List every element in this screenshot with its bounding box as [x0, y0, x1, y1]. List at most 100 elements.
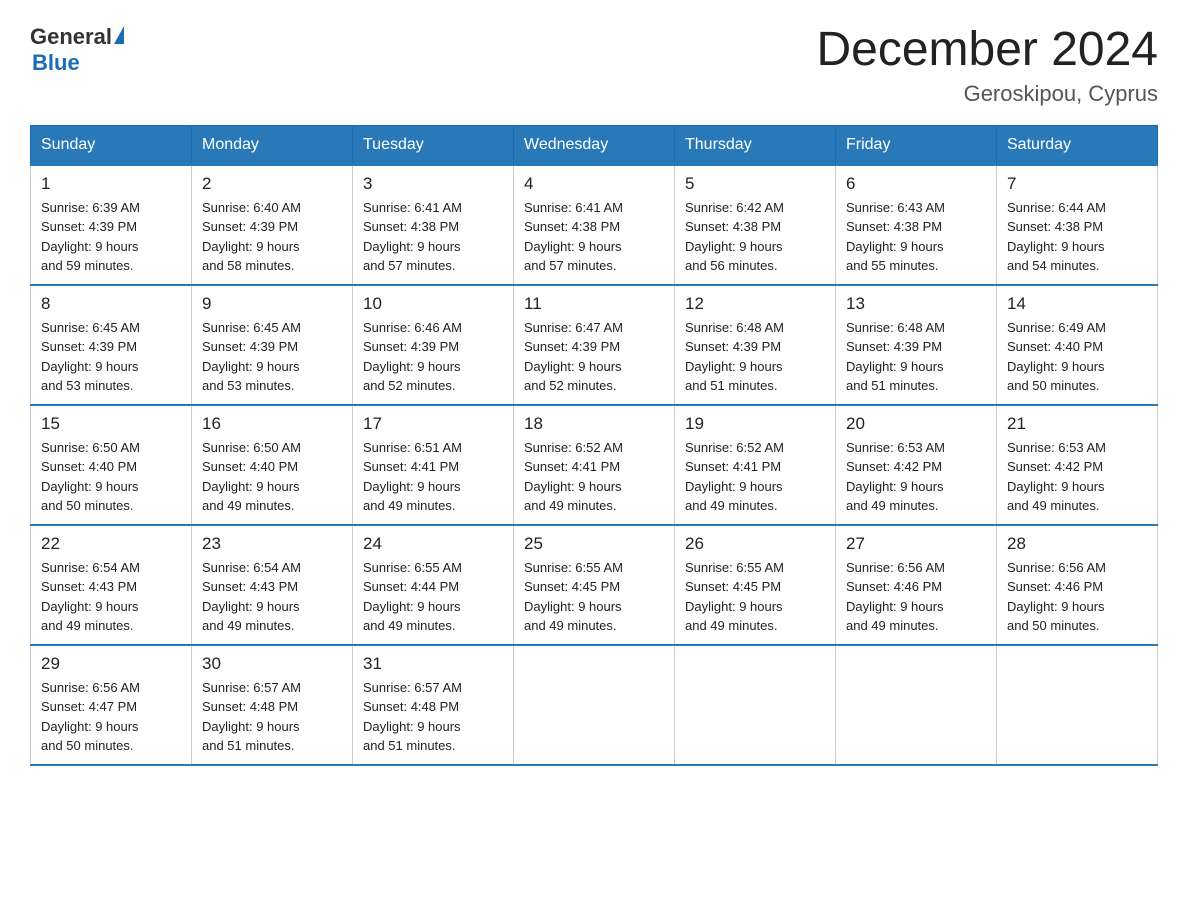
title-block: December 2024 Geroskipou, Cyprus [816, 24, 1158, 107]
calendar-cell: 11 Sunrise: 6:47 AM Sunset: 4:39 PM Dayl… [514, 285, 675, 405]
day-info: Sunrise: 6:54 AM Sunset: 4:43 PM Dayligh… [41, 558, 181, 636]
page-header: General Blue December 2024 Geroskipou, C… [30, 24, 1158, 107]
day-info: Sunrise: 6:42 AM Sunset: 4:38 PM Dayligh… [685, 198, 825, 276]
calendar-cell: 16 Sunrise: 6:50 AM Sunset: 4:40 PM Dayl… [192, 405, 353, 525]
calendar-cell: 12 Sunrise: 6:48 AM Sunset: 4:39 PM Dayl… [675, 285, 836, 405]
day-number: 19 [685, 414, 825, 434]
calendar-cell: 14 Sunrise: 6:49 AM Sunset: 4:40 PM Dayl… [997, 285, 1158, 405]
day-info: Sunrise: 6:49 AM Sunset: 4:40 PM Dayligh… [1007, 318, 1147, 396]
logo-general-text: General [30, 24, 112, 50]
calendar-cell: 21 Sunrise: 6:53 AM Sunset: 4:42 PM Dayl… [997, 405, 1158, 525]
calendar-cell: 19 Sunrise: 6:52 AM Sunset: 4:41 PM Dayl… [675, 405, 836, 525]
day-info: Sunrise: 6:48 AM Sunset: 4:39 PM Dayligh… [846, 318, 986, 396]
month-title: December 2024 [816, 24, 1158, 77]
day-number: 28 [1007, 534, 1147, 554]
calendar-cell: 3 Sunrise: 6:41 AM Sunset: 4:38 PM Dayli… [353, 165, 514, 285]
day-info: Sunrise: 6:53 AM Sunset: 4:42 PM Dayligh… [1007, 438, 1147, 516]
day-number: 1 [41, 174, 181, 194]
calendar-cell [675, 645, 836, 765]
calendar-cell: 9 Sunrise: 6:45 AM Sunset: 4:39 PM Dayli… [192, 285, 353, 405]
calendar-cell: 27 Sunrise: 6:56 AM Sunset: 4:46 PM Dayl… [836, 525, 997, 645]
calendar-cell: 18 Sunrise: 6:52 AM Sunset: 4:41 PM Dayl… [514, 405, 675, 525]
calendar-cell: 17 Sunrise: 6:51 AM Sunset: 4:41 PM Dayl… [353, 405, 514, 525]
calendar-table: SundayMondayTuesdayWednesdayThursdayFrid… [30, 125, 1158, 766]
col-header-wednesday: Wednesday [514, 125, 675, 165]
location-title: Geroskipou, Cyprus [816, 81, 1158, 107]
day-info: Sunrise: 6:56 AM Sunset: 4:47 PM Dayligh… [41, 678, 181, 756]
day-info: Sunrise: 6:57 AM Sunset: 4:48 PM Dayligh… [202, 678, 342, 756]
calendar-cell [997, 645, 1158, 765]
day-number: 5 [685, 174, 825, 194]
day-number: 2 [202, 174, 342, 194]
day-info: Sunrise: 6:50 AM Sunset: 4:40 PM Dayligh… [41, 438, 181, 516]
calendar-cell: 5 Sunrise: 6:42 AM Sunset: 4:38 PM Dayli… [675, 165, 836, 285]
calendar-cell: 1 Sunrise: 6:39 AM Sunset: 4:39 PM Dayli… [31, 165, 192, 285]
day-number: 26 [685, 534, 825, 554]
day-number: 6 [846, 174, 986, 194]
day-info: Sunrise: 6:52 AM Sunset: 4:41 PM Dayligh… [685, 438, 825, 516]
day-number: 18 [524, 414, 664, 434]
day-info: Sunrise: 6:54 AM Sunset: 4:43 PM Dayligh… [202, 558, 342, 636]
calendar-cell: 10 Sunrise: 6:46 AM Sunset: 4:39 PM Dayl… [353, 285, 514, 405]
day-info: Sunrise: 6:53 AM Sunset: 4:42 PM Dayligh… [846, 438, 986, 516]
calendar-cell: 13 Sunrise: 6:48 AM Sunset: 4:39 PM Dayl… [836, 285, 997, 405]
day-number: 11 [524, 294, 664, 314]
day-info: Sunrise: 6:41 AM Sunset: 4:38 PM Dayligh… [524, 198, 664, 276]
day-number: 12 [685, 294, 825, 314]
calendar-cell: 6 Sunrise: 6:43 AM Sunset: 4:38 PM Dayli… [836, 165, 997, 285]
day-number: 30 [202, 654, 342, 674]
calendar-cell: 4 Sunrise: 6:41 AM Sunset: 4:38 PM Dayli… [514, 165, 675, 285]
calendar-cell: 29 Sunrise: 6:56 AM Sunset: 4:47 PM Dayl… [31, 645, 192, 765]
day-info: Sunrise: 6:50 AM Sunset: 4:40 PM Dayligh… [202, 438, 342, 516]
calendar-header-row: SundayMondayTuesdayWednesdayThursdayFrid… [31, 125, 1158, 165]
day-number: 10 [363, 294, 503, 314]
day-info: Sunrise: 6:44 AM Sunset: 4:38 PM Dayligh… [1007, 198, 1147, 276]
calendar-cell: 31 Sunrise: 6:57 AM Sunset: 4:48 PM Dayl… [353, 645, 514, 765]
calendar-cell: 22 Sunrise: 6:54 AM Sunset: 4:43 PM Dayl… [31, 525, 192, 645]
day-info: Sunrise: 6:52 AM Sunset: 4:41 PM Dayligh… [524, 438, 664, 516]
calendar-cell: 30 Sunrise: 6:57 AM Sunset: 4:48 PM Dayl… [192, 645, 353, 765]
calendar-cell: 26 Sunrise: 6:55 AM Sunset: 4:45 PM Dayl… [675, 525, 836, 645]
logo-triangle-icon [114, 26, 124, 44]
day-number: 15 [41, 414, 181, 434]
calendar-cell: 8 Sunrise: 6:45 AM Sunset: 4:39 PM Dayli… [31, 285, 192, 405]
col-header-sunday: Sunday [31, 125, 192, 165]
col-header-monday: Monday [192, 125, 353, 165]
calendar-cell: 7 Sunrise: 6:44 AM Sunset: 4:38 PM Dayli… [997, 165, 1158, 285]
calendar-cell: 15 Sunrise: 6:50 AM Sunset: 4:40 PM Dayl… [31, 405, 192, 525]
calendar-cell [514, 645, 675, 765]
day-info: Sunrise: 6:56 AM Sunset: 4:46 PM Dayligh… [1007, 558, 1147, 636]
day-info: Sunrise: 6:48 AM Sunset: 4:39 PM Dayligh… [685, 318, 825, 396]
day-number: 29 [41, 654, 181, 674]
calendar-cell: 2 Sunrise: 6:40 AM Sunset: 4:39 PM Dayli… [192, 165, 353, 285]
col-header-saturday: Saturday [997, 125, 1158, 165]
day-info: Sunrise: 6:47 AM Sunset: 4:39 PM Dayligh… [524, 318, 664, 396]
logo: General Blue [30, 24, 124, 76]
day-info: Sunrise: 6:57 AM Sunset: 4:48 PM Dayligh… [363, 678, 503, 756]
day-info: Sunrise: 6:46 AM Sunset: 4:39 PM Dayligh… [363, 318, 503, 396]
col-header-tuesday: Tuesday [353, 125, 514, 165]
day-info: Sunrise: 6:55 AM Sunset: 4:44 PM Dayligh… [363, 558, 503, 636]
day-number: 3 [363, 174, 503, 194]
col-header-thursday: Thursday [675, 125, 836, 165]
day-info: Sunrise: 6:39 AM Sunset: 4:39 PM Dayligh… [41, 198, 181, 276]
day-info: Sunrise: 6:56 AM Sunset: 4:46 PM Dayligh… [846, 558, 986, 636]
day-number: 4 [524, 174, 664, 194]
day-info: Sunrise: 6:55 AM Sunset: 4:45 PM Dayligh… [524, 558, 664, 636]
calendar-cell: 20 Sunrise: 6:53 AM Sunset: 4:42 PM Dayl… [836, 405, 997, 525]
calendar-week-row: 15 Sunrise: 6:50 AM Sunset: 4:40 PM Dayl… [31, 405, 1158, 525]
calendar-cell: 23 Sunrise: 6:54 AM Sunset: 4:43 PM Dayl… [192, 525, 353, 645]
day-number: 31 [363, 654, 503, 674]
day-number: 25 [524, 534, 664, 554]
day-number: 27 [846, 534, 986, 554]
logo-blue-text: Blue [32, 50, 124, 76]
day-number: 16 [202, 414, 342, 434]
calendar-week-row: 8 Sunrise: 6:45 AM Sunset: 4:39 PM Dayli… [31, 285, 1158, 405]
calendar-cell: 25 Sunrise: 6:55 AM Sunset: 4:45 PM Dayl… [514, 525, 675, 645]
day-number: 17 [363, 414, 503, 434]
day-info: Sunrise: 6:41 AM Sunset: 4:38 PM Dayligh… [363, 198, 503, 276]
day-info: Sunrise: 6:51 AM Sunset: 4:41 PM Dayligh… [363, 438, 503, 516]
day-info: Sunrise: 6:43 AM Sunset: 4:38 PM Dayligh… [846, 198, 986, 276]
day-number: 9 [202, 294, 342, 314]
day-number: 21 [1007, 414, 1147, 434]
